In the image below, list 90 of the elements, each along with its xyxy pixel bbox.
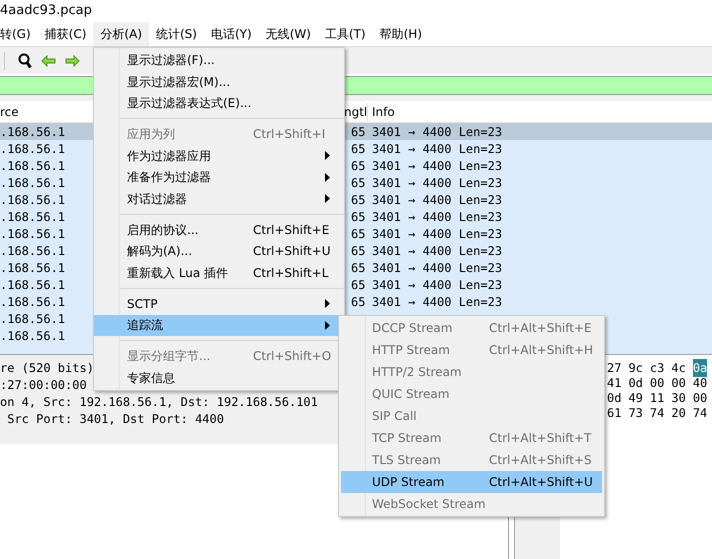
shortcut-text: Ctrl+Shift+O — [253, 349, 332, 364]
arrow-right-icon[interactable] — [65, 54, 80, 66]
menu-bar-item[interactable]: 转(G) — [0, 22, 38, 46]
source-cell-text: .168.56.1 — [0, 328, 66, 344]
source-cell-text: .168.56.1 — [0, 226, 66, 242]
shortcut-text: Ctrl+Shift+I — [253, 126, 326, 141]
hex-byte: 0d — [607, 390, 622, 406]
window-title: 4aadc93.pcap — [0, 2, 92, 20]
submenu-arrow-icon — [325, 194, 330, 204]
hex-byte: 20 — [671, 404, 686, 422]
hex-byte: c3 — [650, 360, 664, 376]
menu-bar-item[interactable]: 统计(S) — [149, 22, 204, 46]
detail-line[interactable]: on 4, Src: 192.168.56.1, Dst: 192.168.56.101 — [0, 392, 318, 410]
shortcut-text: Ctrl+Alt+Shift+E — [489, 320, 592, 337]
shortcut-text: Ctrl+Alt+Shift+U — [489, 474, 593, 491]
source-cell-text: .168.56.1 — [0, 260, 66, 276]
info-cell-text: 3401 → 4400 Len=23 — [372, 124, 502, 140]
submenu-arrow-icon — [325, 320, 330, 330]
length-cell-text: 65 — [351, 158, 366, 174]
length-cell-text: 65 — [351, 192, 366, 208]
source-cell-text: .168.56.1 — [0, 242, 66, 260]
info-cell-text: 3401 → 4400 Len=23 — [372, 192, 502, 208]
length-cell-text: 65 — [351, 174, 366, 192]
hex-byte: 0d — [628, 374, 643, 392]
source-cell-text: .168.56.1 — [0, 192, 66, 208]
length-cell-text: 65 — [351, 260, 366, 276]
info-cell-text: 3401 → 4400 Len=23 — [372, 226, 502, 242]
length-cell-text: 65 — [351, 226, 366, 242]
detail-line[interactable]: :27:00:00:00 — [0, 376, 87, 394]
info-cell-text: 3401 → 4400 Len=23 — [372, 140, 502, 158]
length-cell-text: 65 — [351, 294, 366, 310]
hex-byte: 30 — [671, 390, 686, 406]
hex-byte: 11 — [650, 390, 664, 406]
hex-byte: 74 — [650, 404, 664, 422]
length-cell-text: 65 — [351, 208, 366, 226]
hex-byte: 73 — [628, 404, 643, 422]
source-cell-text: .168.56.1 — [0, 310, 66, 328]
menu-bar-item[interactable]: 电话(Y) — [204, 22, 259, 46]
hex-byte: 27 — [607, 360, 622, 376]
submenu-arrow-icon — [325, 151, 330, 160]
source-cell-text: .168.56.1 — [0, 140, 66, 158]
hex-byte: 49 — [628, 390, 643, 406]
source-cell-text: .168.56.1 — [0, 174, 66, 192]
hex-byte: 00 — [692, 390, 708, 406]
menu-bar-item[interactable]: 工具(T) — [318, 22, 373, 46]
hex-byte: 41 — [607, 374, 622, 392]
hex-byte: 4c — [671, 360, 686, 376]
shortcut-text: Ctrl+Shift+U — [253, 244, 331, 258]
source-cell-text: .168.56.1 — [0, 208, 66, 226]
info-cell-text: 3401 → 4400 Len=23 — [372, 294, 502, 310]
search-icon[interactable] — [18, 52, 32, 68]
info-cell-text: 3401 → 4400 Len=23 — [372, 242, 502, 260]
submenu-arrow-icon — [325, 299, 330, 308]
menu-bar-item[interactable]: 帮助(H) — [372, 22, 430, 46]
hex-byte: 9c — [628, 360, 643, 376]
info-cell-text: 3401 → 4400 Len=23 — [372, 276, 502, 294]
menu-bar-item[interactable]: 分析(A) — [93, 22, 149, 46]
menu-bar-item[interactable]: 无线(W) — [258, 22, 318, 46]
length-cell-text: 65 — [351, 124, 366, 140]
menu-item[interactable]: 对话过滤器 — [94, 188, 344, 210]
menu-item[interactable]: 显示过滤器表达式(E)... — [94, 92, 344, 114]
length-cell-text: 65 — [351, 140, 366, 158]
detail-line[interactable]: Src Port: 3401, Dst Port: 4400 — [0, 410, 224, 428]
hex-byte: 00 — [650, 374, 664, 392]
source-cell-text: .168.56.1 — [0, 276, 66, 294]
hex-byte: 40 — [692, 374, 708, 392]
submenu-arrow-icon — [325, 172, 330, 182]
arrow-left-icon[interactable] — [41, 54, 56, 66]
info-cell-text: 3401 → 4400 Len=23 — [372, 174, 502, 192]
menu-item[interactable]: UDP Stream Ctrl+Alt+Shift+U — [341, 471, 602, 493]
shortcut-text: Ctrl+Alt+Shift+H — [489, 342, 594, 359]
hex-byte: 0a — [692, 358, 708, 376]
info-cell-text: 3401 → 4400 Len=23 — [372, 208, 502, 226]
column-header[interactable]: Info — [368, 102, 395, 120]
source-cell-text: .168.56.1 — [0, 124, 66, 140]
source-cell-text: .168.56.1 — [0, 158, 66, 174]
hex-byte: 00 — [671, 374, 686, 392]
detail-line[interactable]: re (520 bits) — [0, 358, 94, 376]
length-cell-text: 65 — [351, 276, 366, 294]
hex-byte: 74 — [692, 404, 708, 422]
length-cell-text: 65 — [351, 242, 366, 260]
info-cell-text: 3401 → 4400 Len=23 — [372, 260, 502, 276]
info-cell-text: 3401 → 4400 Len=23 — [372, 158, 502, 174]
hex-byte: 61 — [607, 404, 622, 422]
source-cell-text: .168.56.1 — [0, 294, 66, 310]
menu-item[interactable]: 显示过滤器宏(M)... — [94, 70, 344, 92]
shortcut-text: Ctrl+Alt+Shift+T — [489, 430, 592, 447]
menu-bar-item[interactable]: 捕获(C) — [38, 22, 94, 46]
shortcut-text: Ctrl+Shift+E — [253, 222, 330, 237]
shortcut-text: Ctrl+Alt+Shift+S — [489, 452, 592, 469]
